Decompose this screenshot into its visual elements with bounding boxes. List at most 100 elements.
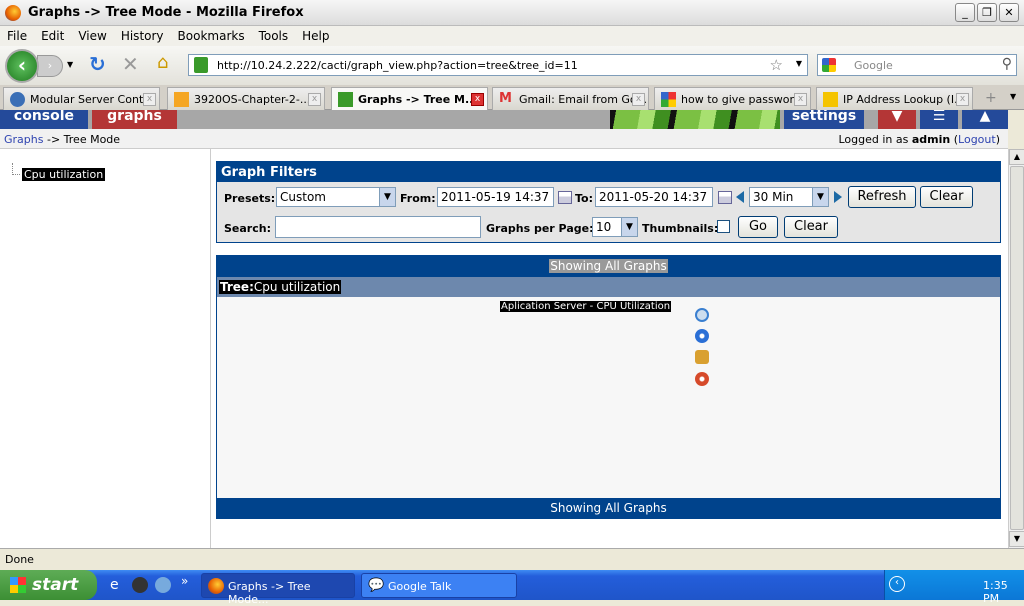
task-google-talk[interactable]: 💬 Google Talk [361,573,517,598]
from-date-input[interactable]: 2011-05-19 14:37 [437,187,554,207]
export-csv-icon[interactable] [695,329,709,343]
close-tab-icon[interactable]: x [308,93,321,106]
tab-modular-server[interactable]: Modular Server Cont... x [3,87,160,110]
graph-properties-icon[interactable] [695,350,709,364]
zoom-graph-icon[interactable] [695,308,709,322]
tab-label: IP Address Lookup (I... [843,93,965,106]
close-tab-icon[interactable]: x [794,93,807,106]
presets-select[interactable]: Custom ▼ [276,187,396,207]
url-dropdown-icon[interactable]: ▼ [796,59,802,68]
search-filter-input[interactable] [275,216,481,238]
task-firefox[interactable]: Graphs -> Tree Mode... [201,573,355,606]
firefox-icon [5,5,21,21]
stop-icon[interactable]: ✕ [122,52,139,76]
logged-in-label: Logged in as [838,133,912,146]
start-button[interactable]: start [0,570,97,600]
refresh-button[interactable]: Refresh [848,186,916,208]
bookmark-star-icon[interactable]: ☆ [770,56,783,74]
chevron-down-icon: ▼ [812,188,828,206]
tree-panel: Cpu utilization [0,149,211,548]
logout-link[interactable]: Logout [958,133,996,146]
vertical-scrollbar[interactable]: ▲ ▼ [1008,149,1024,548]
forward-button[interactable]: › [37,55,63,77]
menu-tools[interactable]: Tools [252,26,296,43]
tray-expand-icon[interactable]: ‹ [889,576,905,592]
breadcrumb-graphs-link[interactable]: Graphs [4,133,43,146]
graphs-tab[interactable]: graphs [92,110,177,129]
preview-view-icon[interactable]: ▲ [962,110,1008,129]
minimize-button[interactable]: _ [955,3,975,22]
maximize-button[interactable]: ❐ [977,3,997,22]
search-icon[interactable]: ⚲ [1002,56,1012,72]
console-tab[interactable]: console [0,110,88,129]
calendar-icon[interactable] [718,191,732,204]
tab-favicon [338,92,353,107]
home-icon[interactable]: ⌂ [157,52,168,73]
tab-favicon [174,92,189,107]
tab-favicon [823,92,838,107]
tab-password[interactable]: how to give passwor... x [654,87,811,110]
view-graph-icon[interactable] [695,372,709,386]
settings-tab[interactable]: settings [784,110,864,129]
task-label: Graphs -> Tree Mode... [228,580,311,606]
username: admin [911,133,951,146]
close-tab-icon[interactable]: x [471,93,484,106]
search-input[interactable]: Google ⚲ [817,54,1017,76]
menu-history[interactable]: History [114,26,171,43]
gpp-value: 10 [596,220,612,234]
quicklaunch-more-icon[interactable]: » [181,574,188,588]
menu-bar: File Edit View History Bookmarks Tools Help [0,26,1024,46]
system-tray: ‹ 1:35 PM [884,570,1024,605]
to-date-input[interactable]: 2011-05-20 14:37 [595,187,713,207]
history-dropdown-icon[interactable]: ▼ [67,60,73,69]
shift-right-icon[interactable] [834,191,842,203]
tab-chapter[interactable]: 3920OS-Chapter-2-... x [167,87,325,110]
from-label: From: [400,192,436,205]
close-tab-icon[interactable]: x [956,93,969,106]
scroll-down-icon[interactable]: ▼ [1009,531,1024,547]
menu-edit[interactable]: Edit [34,26,71,43]
google-icon [661,92,676,107]
scrollbar-thumb[interactable] [1010,166,1024,530]
close-button[interactable]: ✕ [999,3,1019,22]
thumbnails-checkbox[interactable] [717,220,730,233]
back-button[interactable]: ‹ [5,49,39,83]
url-text: http://10.24.2.222/cacti/graph_view.php?… [217,59,578,72]
showing-all-graphs-top: Showing All Graphs [549,259,668,273]
menu-help[interactable]: Help [295,26,336,43]
tab-ip-lookup[interactable]: IP Address Lookup (I... x [816,87,973,110]
ie-quicklaunch-icon[interactable]: e [110,577,119,593]
tree-view-icon[interactable]: ▼ [878,110,916,129]
menu-view[interactable]: View [71,26,113,43]
menu-bookmarks[interactable]: Bookmarks [171,26,252,43]
clear-button[interactable]: Clear [920,186,973,208]
graph-title[interactable]: Aplication Server - CPU Utilization [500,301,672,312]
tab-graphs[interactable]: Graphs -> Tree M... x [331,87,488,111]
list-view-icon[interactable]: ☰ [920,110,958,129]
calendar-icon[interactable] [558,191,572,204]
graph-filters-title: Graph Filters [217,162,1000,182]
tab-label: how to give passwor... [681,93,804,106]
reload-icon[interactable]: ↻ [89,52,106,76]
close-tab-icon[interactable]: x [143,93,156,106]
menu-file[interactable]: File [0,26,34,43]
graph-filters-panel: Graph Filters Presets: Custom ▼ From: 201… [216,161,1001,243]
graphs-per-page-select[interactable]: 10 ▼ [592,217,638,237]
timespan-select[interactable]: 30 Min ▼ [749,187,829,207]
tab-list-icon[interactable]: ▼ [1010,92,1016,101]
scroll-up-icon[interactable]: ▲ [1009,149,1024,165]
tree-item-cpu-utilization[interactable]: Cpu utilization [22,168,106,181]
tab-label: Modular Server Cont... [30,93,154,106]
close-tab-icon[interactable]: x [632,93,645,106]
media-quicklaunch-icon[interactable] [132,577,148,593]
shift-left-icon[interactable] [736,191,744,203]
graphs-per-page-label: Graphs per Page: [486,222,594,235]
tab-gmail[interactable]: M Gmail: Email from Go... x [492,87,649,110]
clear-search-button[interactable]: Clear [784,216,838,238]
player-quicklaunch-icon[interactable] [155,577,171,593]
cacti-banner [610,110,780,129]
new-tab-button[interactable]: + [985,90,997,106]
go-button[interactable]: Go [738,216,778,238]
tab-favicon [10,92,25,107]
url-input[interactable]: http://10.24.2.222/cacti/graph_view.php?… [188,54,808,76]
